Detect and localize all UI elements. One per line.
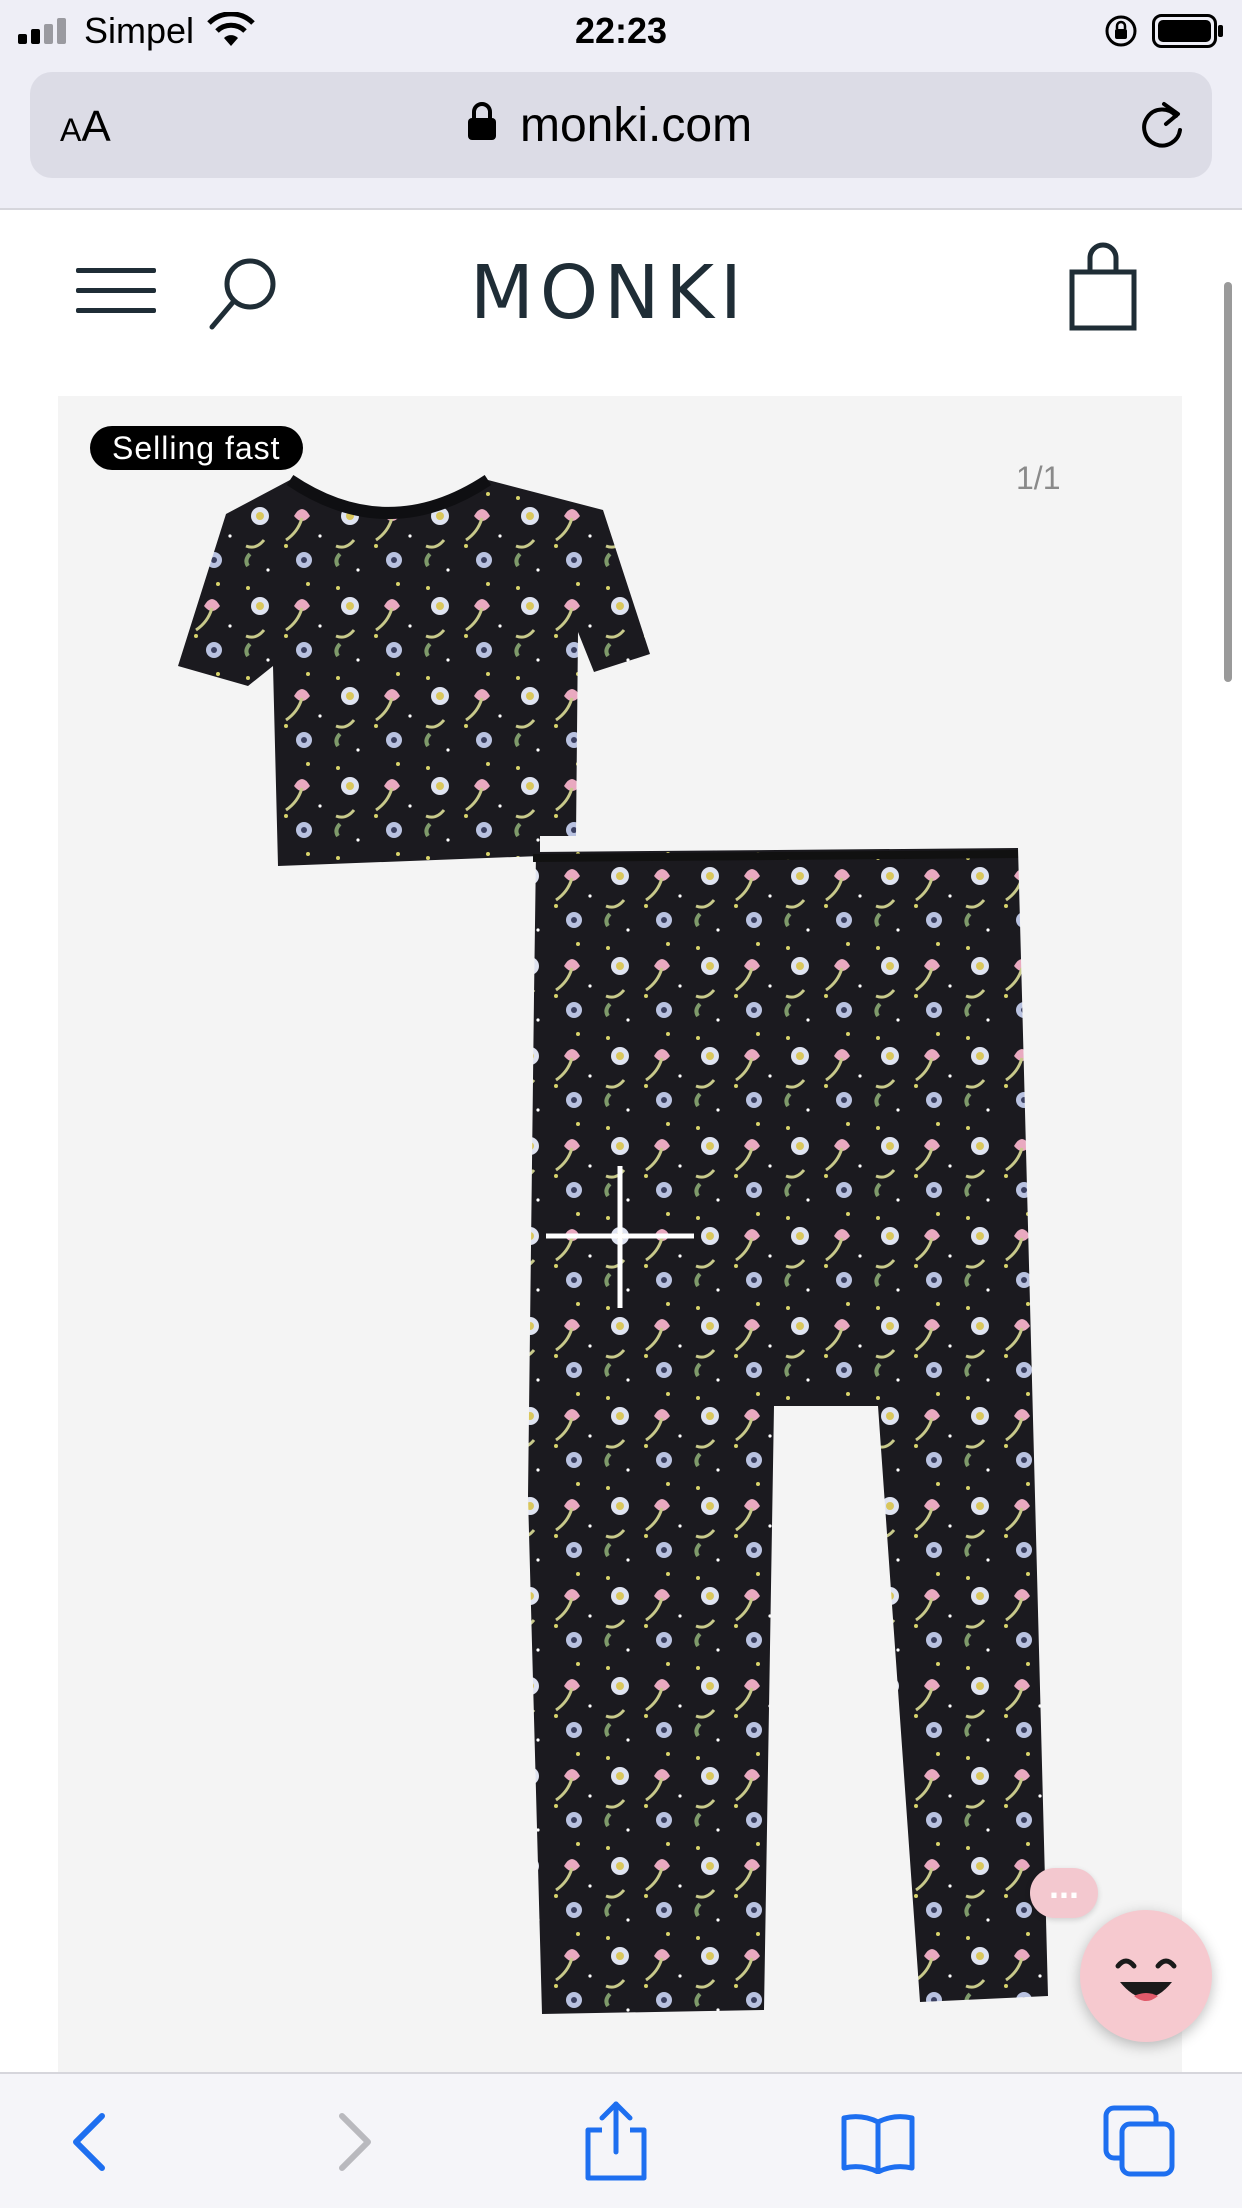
orientation-lock-icon <box>1105 15 1137 47</box>
address-bar[interactable]: AA monki.com <box>30 72 1212 178</box>
status-bar: Simpel 22:23 <box>0 0 1242 62</box>
scrollbar[interactable] <box>1224 282 1232 682</box>
web-page: MONKI Selling fast 1/1 ... <box>0 212 1242 2072</box>
back-icon[interactable] <box>66 2110 114 2174</box>
shopping-bag-icon[interactable] <box>1068 242 1140 332</box>
product-image-gallery[interactable]: Selling fast 1/1 <box>58 396 1182 2072</box>
clock: 22:23 <box>574 10 668 51</box>
browser-toolbar <box>0 2072 1242 2208</box>
image-counter: 1/1 <box>1016 460 1061 496</box>
text-size-button[interactable]: AA <box>60 102 111 152</box>
browser-address-area: AA monki.com <box>0 62 1242 210</box>
lock-icon <box>468 102 496 140</box>
selling-fast-badge: Selling fast <box>90 426 303 470</box>
share-icon[interactable] <box>580 2100 652 2182</box>
pyjama-set-image <box>178 474 1048 2014</box>
tabs-icon[interactable] <box>1102 2104 1176 2178</box>
site-logo[interactable]: MONKI <box>470 250 748 336</box>
url-text[interactable]: monki.com <box>520 98 752 153</box>
menu-icon[interactable] <box>76 258 160 318</box>
battery-icon <box>1152 14 1223 48</box>
bookmarks-icon[interactable] <box>840 2110 916 2174</box>
smiley-chat-icon[interactable] <box>1080 1910 1212 2042</box>
reload-icon[interactable] <box>1136 98 1188 152</box>
forward-icon[interactable] <box>330 2110 378 2174</box>
search-icon[interactable] <box>204 252 288 336</box>
chat-dots-icon[interactable]: ... <box>1030 1868 1098 1918</box>
